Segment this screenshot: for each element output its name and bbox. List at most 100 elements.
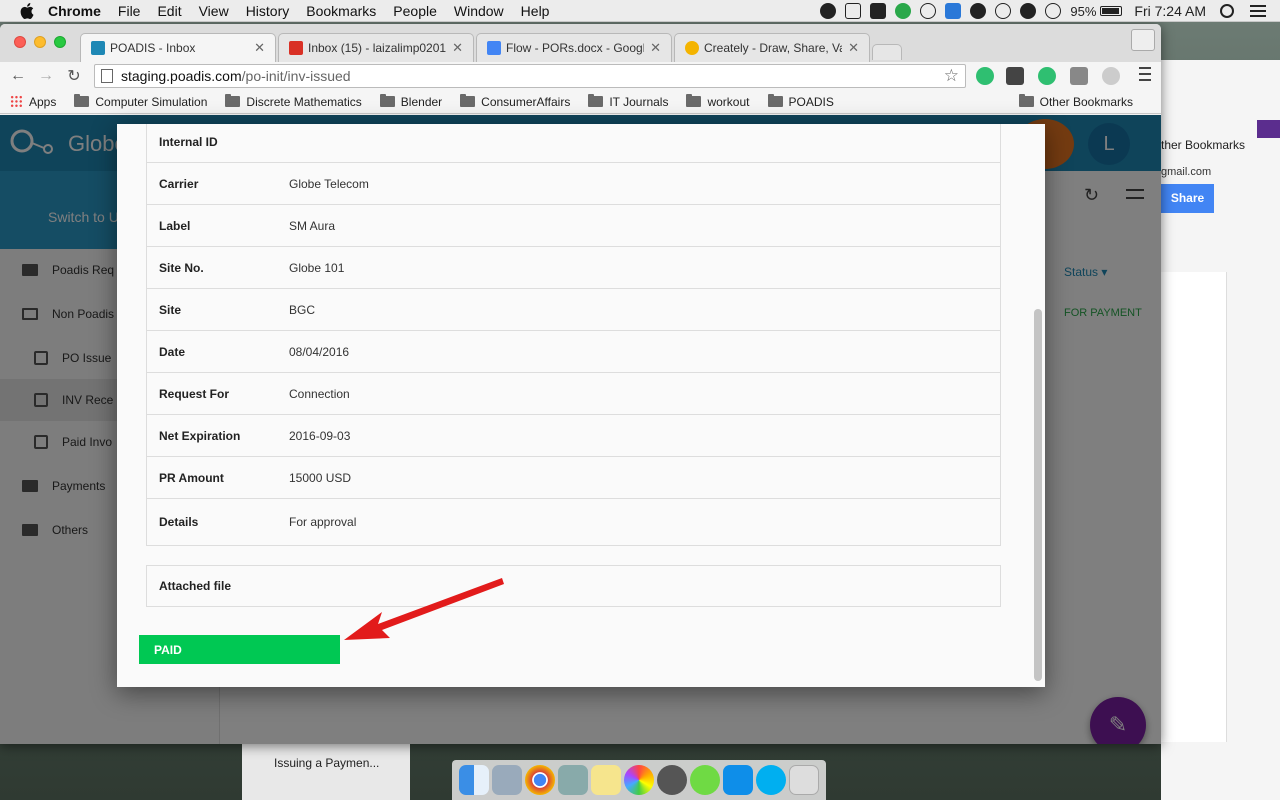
- notes-icon[interactable]: [591, 765, 622, 795]
- bookmark-folder[interactable]: ConsumerAffairs: [460, 94, 570, 109]
- chrome-menu-icon[interactable]: [1139, 67, 1151, 81]
- folder-icon: [686, 94, 702, 107]
- forward-arrow-icon[interactable]: →: [36, 67, 56, 85]
- apple-icon[interactable]: [20, 2, 34, 19]
- modal-scrollbar[interactable]: [1034, 309, 1042, 681]
- battery-percent: 95%: [1070, 3, 1097, 19]
- cloud-icon[interactable]: [970, 3, 987, 19]
- annotation-arrow-icon: [344, 578, 504, 640]
- other-bookmarks[interactable]: Other Bookmarks: [1018, 94, 1133, 109]
- menu-edit[interactable]: Edit: [157, 3, 181, 19]
- tab-close-icon[interactable]: ✕: [848, 40, 859, 56]
- address-bar[interactable]: staging.poadis.com /po-init/inv-issued ☆: [94, 64, 966, 88]
- attached-file-row[interactable]: Attached file: [146, 565, 1001, 607]
- docs-account-email[interactable]: gmail.com: [1161, 166, 1211, 178]
- tab-creately[interactable]: Creately - Draw, Share, Vali ✕: [674, 33, 870, 62]
- square-extension-icon[interactable]: [1070, 67, 1088, 85]
- tab-gmail-inbox[interactable]: Inbox (15) - laizalimp0201 ✕: [278, 33, 474, 62]
- tab-title: Creately - Draw, Share, Vali: [704, 41, 843, 55]
- spotlight-search-icon[interactable]: [1220, 4, 1234, 18]
- menu-people[interactable]: People: [393, 3, 437, 19]
- bookmark-folder[interactable]: POADIS: [767, 94, 834, 109]
- battery-icon[interactable]: [1100, 6, 1123, 16]
- table-row: Site BGC: [147, 289, 1000, 331]
- preview-icon[interactable]: [492, 765, 523, 795]
- docs-share-button[interactable]: Share: [1161, 184, 1214, 213]
- dropbox-icon[interactable]: [870, 3, 887, 19]
- volume-icon[interactable]: [1020, 3, 1037, 19]
- bookmarks-bar: Apps Computer Simulation Discrete Mathem…: [0, 90, 1161, 114]
- bookmark-apps[interactable]: Apps: [29, 95, 56, 109]
- xcode-icon[interactable]: [558, 765, 589, 795]
- back-arrow-icon[interactable]: ←: [8, 67, 28, 85]
- docs-other-bookmarks[interactable]: ther Bookmarks: [1161, 138, 1245, 152]
- chat-bubbles-icon[interactable]: [920, 3, 937, 19]
- row-value: BGC: [289, 302, 316, 317]
- row-label: Label: [159, 218, 191, 233]
- table-row: Request For Connection: [147, 373, 1000, 415]
- photos-icon[interactable]: [623, 765, 654, 795]
- bookmark-label: Other Bookmarks: [1039, 94, 1133, 109]
- tab-google-docs[interactable]: Flow - PORs.docx - Google ✕: [476, 33, 672, 62]
- tab-close-icon[interactable]: ✕: [452, 40, 463, 56]
- window-zoom-button[interactable]: [54, 36, 66, 48]
- apps-grid-icon[interactable]: [10, 95, 23, 108]
- paid-button[interactable]: PAID: [139, 635, 340, 664]
- table-row: Details For approval: [147, 499, 1000, 545]
- tab-poadis-inbox[interactable]: POADIS - Inbox ✕: [80, 33, 276, 62]
- row-label: Date: [159, 344, 186, 359]
- mac-menubar: Chrome File Edit View History Bookmarks …: [0, 0, 1280, 22]
- flash-status-icon[interactable]: [820, 3, 837, 19]
- menu-file[interactable]: File: [118, 3, 141, 19]
- minimized-task-window[interactable]: Issuing a Paymen...: [242, 744, 410, 800]
- menu-app-name[interactable]: Chrome: [48, 3, 101, 19]
- page-info-icon[interactable]: [101, 69, 113, 83]
- bookmark-star-icon[interactable]: ☆: [944, 66, 959, 86]
- new-tab-button[interactable]: [872, 44, 902, 60]
- menu-window[interactable]: Window: [454, 3, 504, 19]
- drive-extension-icon[interactable]: [1102, 67, 1120, 85]
- row-label: Details: [159, 515, 199, 529]
- tab-close-icon[interactable]: ✕: [650, 40, 661, 56]
- drive-icon[interactable]: [995, 3, 1012, 19]
- invoice-detail-modal: Internal ID Carrier Globe Telecom Label SM…: [117, 124, 1045, 687]
- tab-close-icon[interactable]: ✕: [254, 40, 265, 56]
- menu-bookmarks[interactable]: Bookmarks: [306, 3, 376, 19]
- upwork-dock-icon[interactable]: [689, 765, 720, 795]
- profile-button[interactable]: [1131, 29, 1155, 51]
- task-check-icon[interactable]: [845, 3, 862, 19]
- row-value: Connection: [289, 386, 350, 401]
- docs-purple-accent: [1257, 120, 1280, 138]
- upwork-icon[interactable]: [895, 3, 912, 19]
- table-row: Internal ID: [147, 124, 1000, 163]
- more-extension-icon[interactable]: [1006, 67, 1024, 85]
- bookmark-folder[interactable]: IT Journals: [588, 94, 668, 109]
- bookmark-folder[interactable]: Blender: [379, 94, 442, 109]
- reload-icon[interactable]: ↻: [64, 66, 84, 86]
- bookmark-folder[interactable]: Computer Simulation: [74, 94, 207, 109]
- skype-icon[interactable]: [755, 765, 786, 795]
- window-minimize-button[interactable]: [34, 36, 46, 48]
- window-close-button[interactable]: [14, 36, 26, 48]
- teamviewer-dock-icon[interactable]: [722, 765, 753, 795]
- menubar-clock[interactable]: Fri 7:24 AM: [1134, 3, 1206, 19]
- menu-view[interactable]: View: [199, 3, 229, 19]
- bookmark-folder[interactable]: workout: [686, 94, 750, 109]
- teamviewer-icon[interactable]: [945, 3, 962, 19]
- row-value: Globe 101: [289, 260, 345, 275]
- folder-icon: [767, 94, 783, 107]
- new-extension-icon[interactable]: [1038, 67, 1056, 85]
- wifi-icon[interactable]: [1045, 3, 1062, 19]
- notification-center-icon[interactable]: [1250, 5, 1266, 17]
- bookmark-folder[interactable]: Discrete Mathematics: [225, 94, 362, 109]
- menu-history[interactable]: History: [246, 3, 290, 19]
- menu-help[interactable]: Help: [521, 3, 550, 19]
- system-preferences-icon[interactable]: [656, 765, 687, 795]
- folder-icon: [460, 94, 476, 107]
- chrome-icon[interactable]: [525, 765, 556, 795]
- trash-icon[interactable]: [788, 765, 819, 795]
- finder-icon[interactable]: [459, 765, 490, 795]
- grammarly-extension-icon[interactable]: [976, 67, 994, 85]
- row-value: 08/04/2016: [289, 344, 350, 359]
- row-label: Site: [159, 302, 182, 317]
